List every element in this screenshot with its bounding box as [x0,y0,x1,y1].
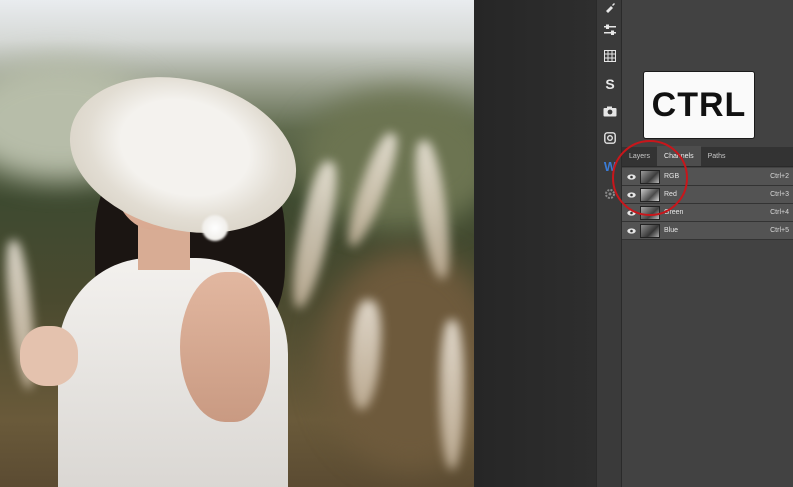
s-icon[interactable]: S [597,73,623,95]
photo-canvas[interactable] [0,0,474,487]
channel-shortcut: Ctrl+3 [770,191,789,198]
gear-icon[interactable] [597,183,623,205]
channel-name: RGB [664,173,680,180]
channel-thumbnail [640,205,660,220]
channel-row-blue[interactable]: Blue Ctrl+5 [622,222,793,240]
channel-shortcut: Ctrl+5 [770,227,789,234]
reed-plume [440,320,464,470]
channel-row-red[interactable]: Red Ctrl+3 [622,186,793,204]
brush-icon[interactable] [597,0,623,18]
tab-layers[interactable]: Layers [622,146,657,166]
channel-row-rgb[interactable]: RGB Ctrl+2 [622,168,793,186]
eye-icon[interactable] [624,204,638,222]
channel-thumbnail [640,223,660,238]
panel-tool-strip: S W [596,0,622,487]
channel-name: Green [664,209,684,216]
instagram-icon[interactable] [597,127,623,149]
w-icon[interactable]: W [597,155,623,177]
channel-shortcut: Ctrl+4 [770,209,789,216]
panel-tab-bar: Layers Channels Paths [622,146,793,167]
adjust-sliders-icon[interactable] [597,19,623,41]
eye-icon[interactable] [624,168,638,186]
grid-icon[interactable] [597,45,623,67]
tab-paths[interactable]: Paths [701,146,733,166]
hand [20,326,78,386]
camera-icon[interactable] [597,100,623,122]
eye-icon[interactable] [624,222,638,240]
workspace-gutter [474,0,596,487]
eye-icon[interactable] [624,186,638,204]
shoulder [180,272,270,422]
channel-name: Blue [664,227,679,234]
channel-thumbnail [640,187,660,202]
ctrl-key-overlay: CTRL [644,72,754,138]
channel-name: Red [664,191,677,198]
channel-shortcut: Ctrl+2 [770,173,789,180]
channel-thumbnail [640,169,660,184]
channel-row-green[interactable]: Green Ctrl+4 [622,204,793,222]
channels-list: RGB Ctrl+2 Red Ctrl+3 Green Ctrl+4 Blue … [622,168,793,240]
tab-channels[interactable]: Channels [657,146,701,166]
earring [202,215,228,241]
